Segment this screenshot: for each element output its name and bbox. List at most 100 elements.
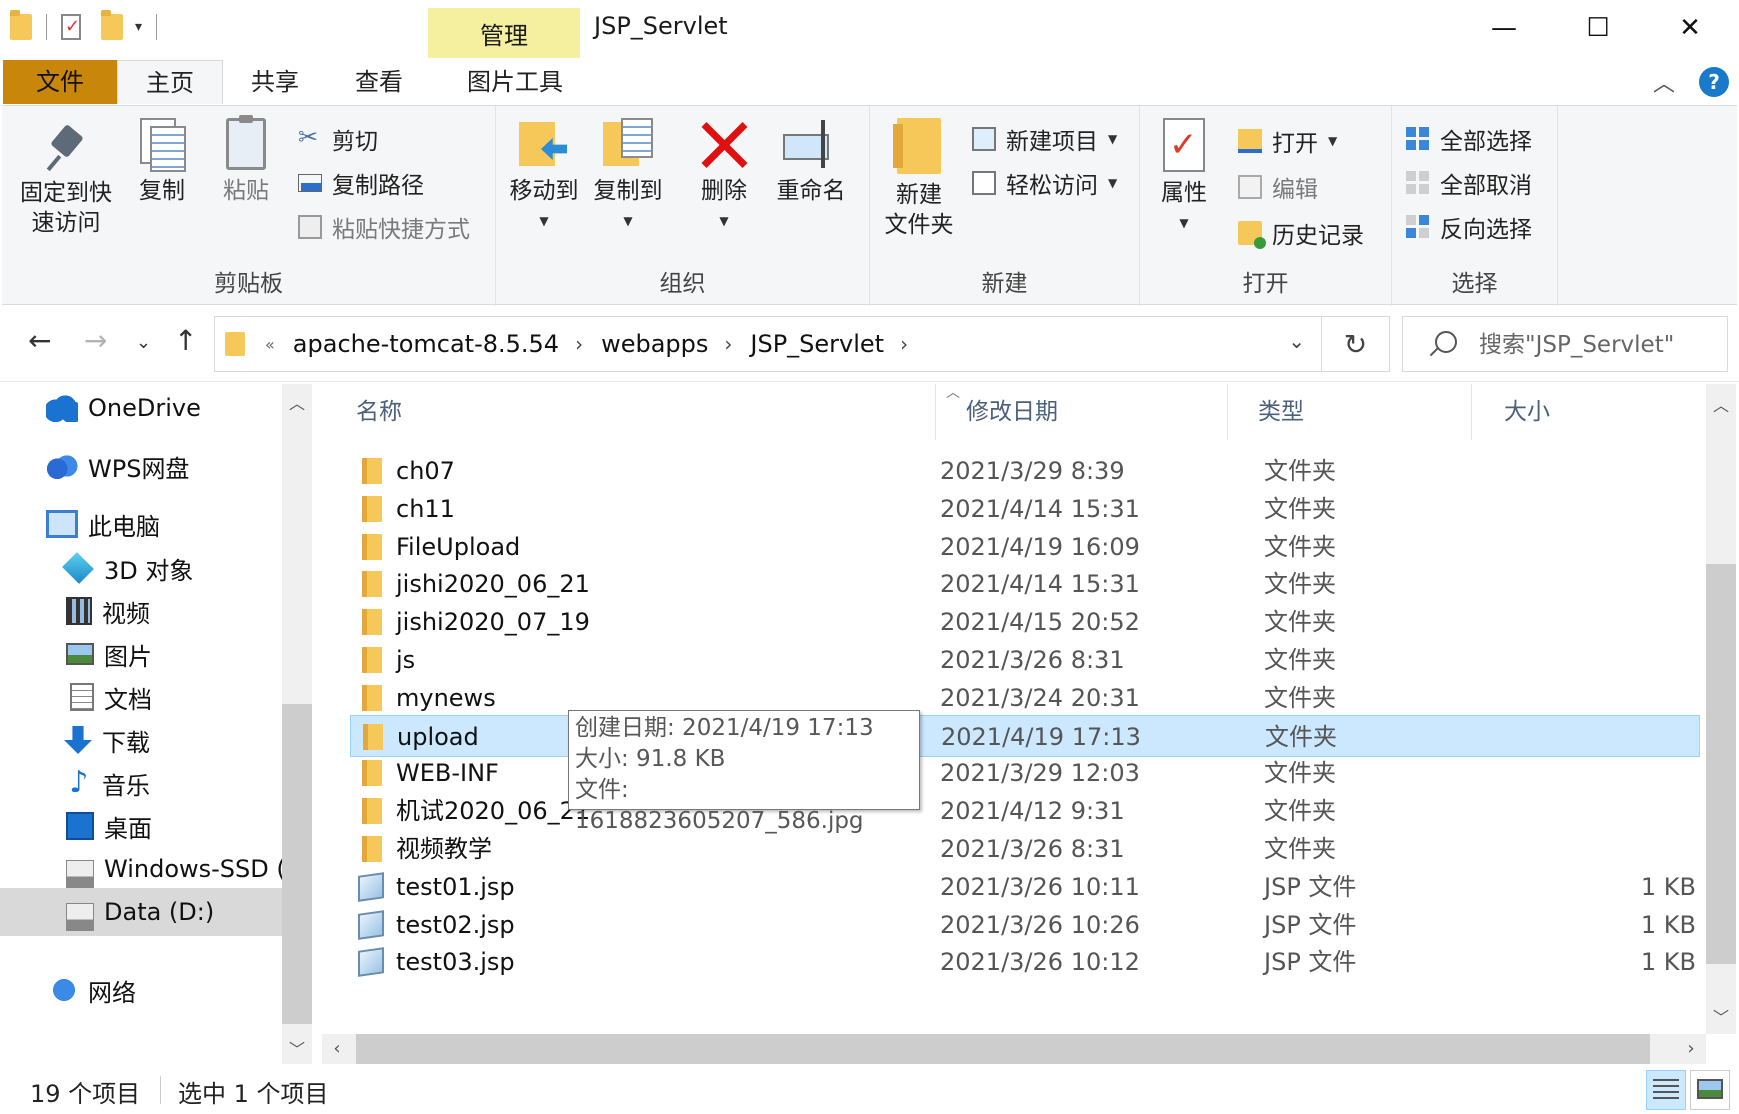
nav-item-desktop[interactable]: 桌面 [0,802,282,850]
file-list-horizontal-scrollbar[interactable]: ‹ › [322,1034,1706,1064]
help-icon[interactable]: ? [1699,67,1729,97]
tab-picture-tools[interactable]: 图片工具 [431,60,591,104]
copy-button[interactable]: 复制 [130,118,194,206]
scrollbar-thumb[interactable] [356,1034,1650,1064]
customize-qat-chevron-down-icon[interactable]: ▾ [135,19,142,35]
large-icons-view-button[interactable] [1690,1070,1730,1110]
column-header-size[interactable]: 大小 [1472,384,1706,440]
scroll-up-icon[interactable]: ︿ [1706,392,1736,416]
close-button[interactable]: ✕ [1660,8,1720,48]
edit-button[interactable]: 编辑 [1238,170,1318,204]
address-history-chevron-down-icon[interactable]: ⌄ [1288,329,1305,353]
recent-locations-chevron-down-icon[interactable]: ⌄ [136,332,151,353]
breadcrumb-overflow[interactable]: « [265,335,275,354]
nav-item-onedrive[interactable]: OneDrive [0,384,282,432]
column-header-date[interactable]: 修改日期 [936,384,1228,440]
table-row[interactable]: jishi2020_07_19 2021/4/15 20:52 文件夹 [350,601,1700,643]
rename-button[interactable]: 重命名 [768,118,854,206]
pin-icon [46,124,86,172]
nav-item-downloads[interactable]: 下载 [0,716,282,764]
scroll-down-icon[interactable]: ﹀ [282,1036,312,1060]
delete-button[interactable]: 删除 ▼ [692,118,756,236]
table-row[interactable]: 视频教学 2021/3/26 8:31 文件夹 [350,828,1700,870]
search-input[interactable] [1479,327,1719,363]
refresh-icon[interactable]: ↻ [1322,316,1390,372]
address-bar[interactable]: « apache-tomcat-8.5.54 › webapps › JSP_S… [214,316,1322,372]
scrollbar-thumb[interactable] [282,704,312,1024]
scrollbar-thumb[interactable] [1706,564,1736,964]
select-all-button[interactable]: 全部选择 [1406,122,1532,156]
nav-item-videos[interactable]: 视频 [0,587,282,635]
history-button[interactable]: 历史记录 [1238,216,1364,250]
copy-to-button[interactable]: 复制到 ▼ [590,118,666,236]
file-name: upload [397,722,479,751]
paste-button[interactable]: 粘贴 [214,115,278,206]
nav-item-data-d[interactable]: Data (D:) [0,888,282,936]
table-row[interactable]: mynews 2021/3/24 20:31 文件夹 [350,677,1700,719]
open-button[interactable]: 打开 ▼ [1238,124,1337,158]
chevron-right-icon[interactable]: › [900,332,908,356]
new-folder-quick-icon[interactable] [101,10,123,40]
table-row[interactable]: upload 2021/4/19 17:13 文件夹 [350,714,1700,757]
tab-file[interactable]: 文件 [3,60,117,104]
move-to-button[interactable]: 移动到 ▼ [506,118,582,236]
folder-icon [362,571,382,598]
maximize-button[interactable]: ☐ [1568,8,1628,48]
table-row[interactable]: test01.jsp 2021/3/26 10:11 JSP 文件 1 KB [350,866,1700,908]
tab-share[interactable]: 共享 [223,60,327,104]
cut-button[interactable]: 剪切 [298,122,378,156]
paste-shortcut-button[interactable]: 粘贴快捷方式 [298,210,470,244]
scroll-up-icon[interactable]: ︿ [282,390,312,414]
copy-path-button[interactable]: 复制路径 [298,166,424,200]
forward-arrow-icon[interactable]: → [84,324,107,357]
scroll-down-icon[interactable]: ﹀ [1706,1004,1736,1028]
properties-quick-icon[interactable] [61,14,81,40]
column-header-type[interactable]: 类型 [1228,384,1472,440]
chevron-right-icon[interactable]: › [724,332,732,356]
up-arrow-icon[interactable]: ↑ [174,324,197,357]
tab-view[interactable]: 查看 [327,60,431,104]
select-none-button[interactable]: 全部取消 [1406,166,1532,200]
nav-item-music[interactable]: ♪ 音乐 [0,759,282,807]
scroll-right-icon[interactable]: › [1676,1034,1706,1064]
search-box[interactable] [1402,316,1728,372]
breadcrumb-item[interactable]: apache-tomcat-8.5.54 [293,330,559,358]
minimize-button[interactable]: — [1474,8,1534,48]
nav-item-pictures[interactable]: 图片 [0,630,282,678]
pin-quick-access-button[interactable]: 固定到快 速访问 [16,124,116,238]
nav-item-this-pc[interactable]: 此电脑 [0,500,282,548]
invert-selection-button[interactable]: 反向选择 [1406,210,1532,244]
details-view-button[interactable] [1646,1070,1686,1110]
collapse-ribbon-chevron-up-icon[interactable]: ︿ [1653,66,1675,98]
context-tab-manage[interactable]: 管理 [428,8,580,58]
table-row[interactable]: ch07 2021/3/29 8:39 文件夹 [350,450,1700,492]
new-item-button[interactable]: 新建项目 ▼ [972,122,1117,156]
new-folder-button[interactable]: 新建 文件夹 [878,118,960,240]
nav-item-3d-objects[interactable]: 3D 对象 [0,544,282,592]
table-row[interactable]: 机试2020_06_21 2021/4/12 9:31 文件夹 [350,790,1700,832]
table-row[interactable]: WEB-INF 2021/3/29 12:03 文件夹 [350,752,1700,794]
nav-item-wps[interactable]: WPS网盘 [0,442,282,490]
back-arrow-icon[interactable]: ← [28,324,51,357]
nav-item-network[interactable]: 网络 [0,966,282,1014]
tab-home[interactable]: 主页 [117,60,223,104]
nav-item-windows-ssd[interactable]: Windows-SSD ( [0,845,282,893]
nav-pane-scrollbar[interactable]: ︿ ﹀ [282,384,312,1064]
table-row[interactable]: jishi2020_06_21 2021/4/14 15:31 文件夹 [350,563,1700,605]
table-row[interactable]: js 2021/3/26 8:31 文件夹 [350,639,1700,681]
properties-button[interactable]: 属性 ▼ [1154,118,1214,238]
chevron-right-icon[interactable]: › [575,332,583,356]
column-header-name[interactable]: 名称 [318,384,936,440]
table-row[interactable]: test03.jsp 2021/3/26 10:12 JSP 文件 1 KB [350,941,1700,983]
invert-selection-label: 反向选择 [1440,217,1532,243]
table-row[interactable]: ch11 2021/4/14 15:31 文件夹 [350,488,1700,530]
breadcrumb-item[interactable]: JSP_Servlet [750,330,884,358]
file-list-vertical-scrollbar[interactable]: ︿ ﹀ [1706,384,1736,1034]
scroll-left-icon[interactable]: ‹ [322,1034,352,1064]
nav-item-documents[interactable]: 文档 [0,673,282,721]
table-row[interactable]: test02.jsp 2021/3/26 10:26 JSP 文件 1 KB [350,904,1700,946]
easy-access-button[interactable]: 轻松访问 ▼ [972,166,1117,200]
table-row[interactable]: FileUpload 2021/4/19 16:09 文件夹 [350,526,1700,568]
breadcrumb-item[interactable]: webapps [601,330,708,358]
status-item-count: 19 个项目 [30,1080,141,1108]
